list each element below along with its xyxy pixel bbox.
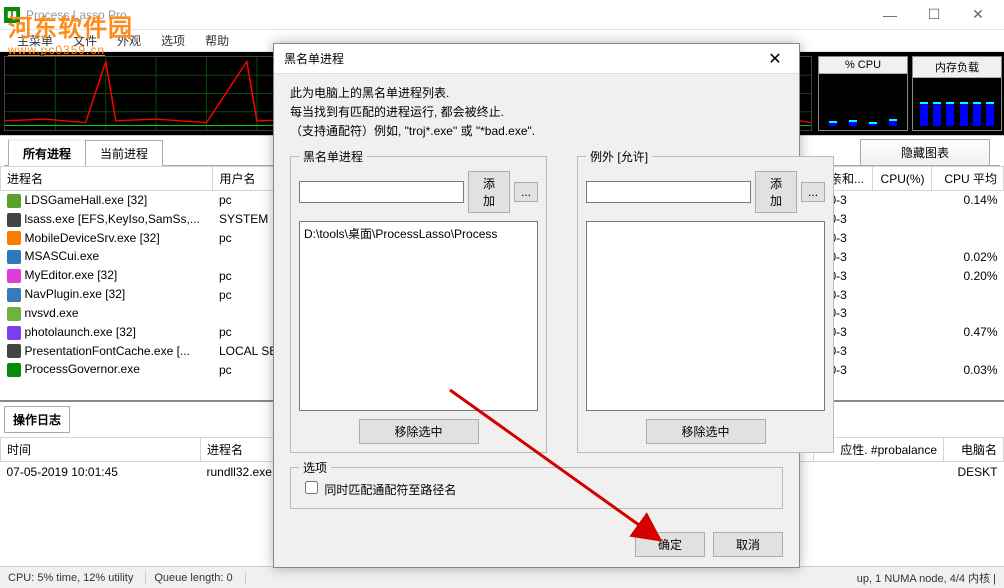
menu-main[interactable]: 主菜单 [8,30,62,51]
menu-options[interactable]: 选项 [152,30,194,51]
log-col-host[interactable]: 电脑名 [944,438,1004,462]
status-cpu: CPU: 5% time, 12% utility [8,572,146,584]
allowlist-add-button[interactable]: 添加 [755,171,797,213]
maximize-button[interactable]: ☐ [912,1,956,29]
tab-all-processes[interactable]: 所有进程 [8,139,86,166]
tab-current-process[interactable]: 当前进程 [85,140,163,166]
allowlist-listbox[interactable] [586,221,825,411]
dialog-title: 黑名单进程 [284,50,344,67]
dialog-close-button[interactable]: ✕ [761,49,789,69]
blacklist-listbox[interactable]: D:\tools\桌面\ProcessLasso\Process [299,221,538,411]
allowlist-input[interactable] [586,181,751,203]
col-cpu-avg[interactable]: CPU 平均 [931,167,1003,191]
blacklist-remove-button[interactable]: 移除选中 [359,419,479,444]
cpu-graph-label: % CPU [819,57,907,74]
cpu-small-graph-box: % CPU [818,56,908,131]
allowlist-group: 例外 [允许] 添加 ... 移除选中 [577,156,834,453]
col-process-name[interactable]: 进程名 [1,167,213,191]
col-cpu-pct[interactable]: CPU(%) [872,167,931,191]
blacklist-group: 黑名单进程 添加 ... D:\tools\桌面\ProcessLasso\Pr… [290,156,547,453]
status-queue: Queue length: 0 [154,572,245,584]
menu-file[interactable]: 文件 [64,30,106,51]
mem-small-graph-box: 内存负载 [912,56,1002,131]
blacklist-browse-button[interactable]: ... [514,182,538,202]
match-path-checkbox-label[interactable]: 同时匹配通配符至路径名 [301,483,456,497]
mem-graph-label: 内存负载 [913,57,1001,78]
dialog-options-group: 选项 同时匹配通配符至路径名 [290,467,783,509]
menu-help[interactable]: 帮助 [196,30,238,51]
list-item[interactable]: D:\tools\桌面\ProcessLasso\Process [302,224,535,243]
match-path-checkbox[interactable] [305,481,318,494]
menu-view[interactable]: 外观 [108,30,150,51]
blacklist-input[interactable] [299,181,464,203]
cancel-button[interactable]: 取消 [713,532,783,557]
log-col-time[interactable]: 时间 [1,438,201,462]
window-title: Process Lasso Pro [26,8,868,22]
ok-button[interactable]: 确定 [635,532,705,557]
minimize-button[interactable]: — [868,1,912,29]
log-header: 操作日志 [4,406,70,433]
app-icon: ▮▮ [4,7,20,23]
close-button[interactable]: ✕ [956,1,1000,29]
status-numa: up, 1 NUMA node, 4/4 内核 | [857,570,996,586]
blacklist-dialog: 黑名单进程 ✕ 此为电脑上的黑名单进程列表. 每当找到有匹配的进程运行, 都会被… [273,43,800,568]
allowlist-browse-button[interactable]: ... [801,182,825,202]
dialog-desc: 此为电脑上的黑名单进程列表. 每当找到有匹配的进程运行, 都会被终止. （支持通… [290,84,783,142]
allowlist-remove-button[interactable]: 移除选中 [646,419,766,444]
title-bar: ▮▮ Process Lasso Pro — ☐ ✕ [0,0,1004,30]
hide-chart-button[interactable]: 隐藏图表 [860,139,990,166]
blacklist-add-button[interactable]: 添加 [468,171,510,213]
status-bar: CPU: 5% time, 12% utility Queue length: … [0,566,1004,588]
